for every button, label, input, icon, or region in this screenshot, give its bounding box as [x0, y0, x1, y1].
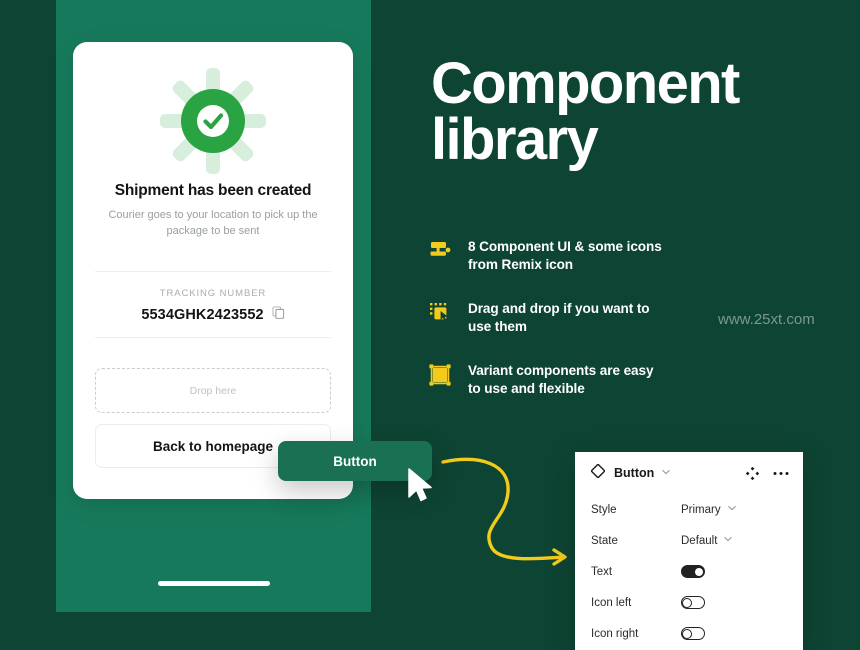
shipment-success-card: Shipment has been created Courier goes t…: [73, 42, 353, 499]
swap-instance-icon[interactable]: [746, 466, 759, 480]
dropzone-label: Drop here: [189, 384, 237, 397]
floating-button-label: Button: [333, 453, 377, 469]
success-check-icon: [158, 66, 268, 176]
drag-drop-icon: [428, 301, 452, 325]
page-title: Component library: [431, 51, 831, 172]
page-title-line1: Component: [431, 51, 740, 116]
home-indicator: [157, 581, 270, 586]
chevron-down-icon[interactable]: [723, 534, 733, 547]
pointer-arrow: [441, 457, 567, 566]
property-label: State: [591, 534, 618, 547]
phone-mockup-panel: Shipment has been created Courier goes t…: [56, 0, 371, 612]
component-name: Button: [614, 466, 655, 480]
toggle-text[interactable]: [681, 565, 705, 578]
feature-line1: 8 Component UI & some icons: [468, 239, 662, 254]
feature-line2: from Remix icon: [468, 257, 574, 272]
toggle-icon-right[interactable]: [681, 627, 705, 640]
property-value-select[interactable]: Primary: [681, 503, 737, 516]
property-value-select[interactable]: Default: [681, 534, 733, 547]
property-label: Text: [591, 565, 613, 578]
component-properties-panel: Button Style Primary State Default Text …: [575, 452, 803, 650]
feature-text: Variant components are easy to use and f…: [468, 362, 654, 398]
feature-line1: Drag and drop if you want to: [468, 301, 650, 316]
tracking-number-label: TRACKING NUMBER: [159, 288, 267, 299]
property-row-state[interactable]: State Default: [575, 525, 803, 556]
copy-icon[interactable]: [272, 306, 285, 324]
chevron-down-icon[interactable]: [727, 503, 737, 516]
property-row-icon-left[interactable]: Icon left: [575, 587, 803, 618]
feature-item: 8 Component UI & some icons from Remix i…: [428, 238, 728, 274]
feature-text: 8 Component UI & some icons from Remix i…: [468, 238, 662, 274]
property-row-icon-right[interactable]: Icon right: [575, 618, 803, 649]
card-subtitle: Courier goes to your location to pick up…: [108, 209, 318, 237]
divider-top: [95, 271, 331, 272]
dropzone[interactable]: Drop here: [95, 368, 331, 413]
feature-item: Drag and drop if you want to use them: [428, 300, 728, 336]
properties-panel-header: Button: [575, 452, 803, 494]
watermark: www.25xt.com: [718, 311, 815, 328]
chevron-down-icon[interactable]: [661, 464, 671, 482]
feature-line1: Variant components are easy: [468, 363, 654, 378]
toggle-knob: [694, 566, 704, 577]
feature-item: Variant components are easy to use and f…: [428, 362, 728, 398]
feature-text: Drag and drop if you want to use them: [468, 300, 650, 336]
feature-line2: use them: [468, 319, 527, 334]
card-title: Shipment has been created: [114, 182, 312, 199]
property-value-text: Default: [681, 534, 718, 547]
property-label: Style: [591, 503, 617, 516]
feature-list: 8 Component UI & some icons from Remix i…: [428, 238, 728, 424]
toggle-knob: [682, 628, 692, 639]
tracking-number-value: 5534GHK2423552: [141, 307, 264, 323]
property-row-style[interactable]: Style Primary: [575, 494, 803, 525]
back-to-homepage-label: Back to homepage: [152, 438, 274, 454]
page-title-line2: library: [431, 106, 599, 172]
toggle-icon-left[interactable]: [681, 596, 705, 609]
more-options-icon[interactable]: [773, 471, 789, 476]
variant-component-icon: [428, 363, 452, 387]
property-value-text: Primary: [681, 503, 721, 516]
toggle-knob: [682, 597, 692, 608]
divider-bottom: [95, 337, 331, 338]
property-label: Icon right: [591, 627, 639, 640]
property-row-text[interactable]: Text: [575, 556, 803, 587]
tracking-number-row: 5534GHK2423552: [73, 306, 353, 324]
property-label: Icon left: [591, 596, 632, 609]
arrow-cursor-icon: [406, 467, 436, 510]
paint-roller-icon: [428, 239, 452, 263]
component-diamond-icon: [590, 462, 606, 483]
feature-line2: to use and flexible: [468, 381, 585, 396]
